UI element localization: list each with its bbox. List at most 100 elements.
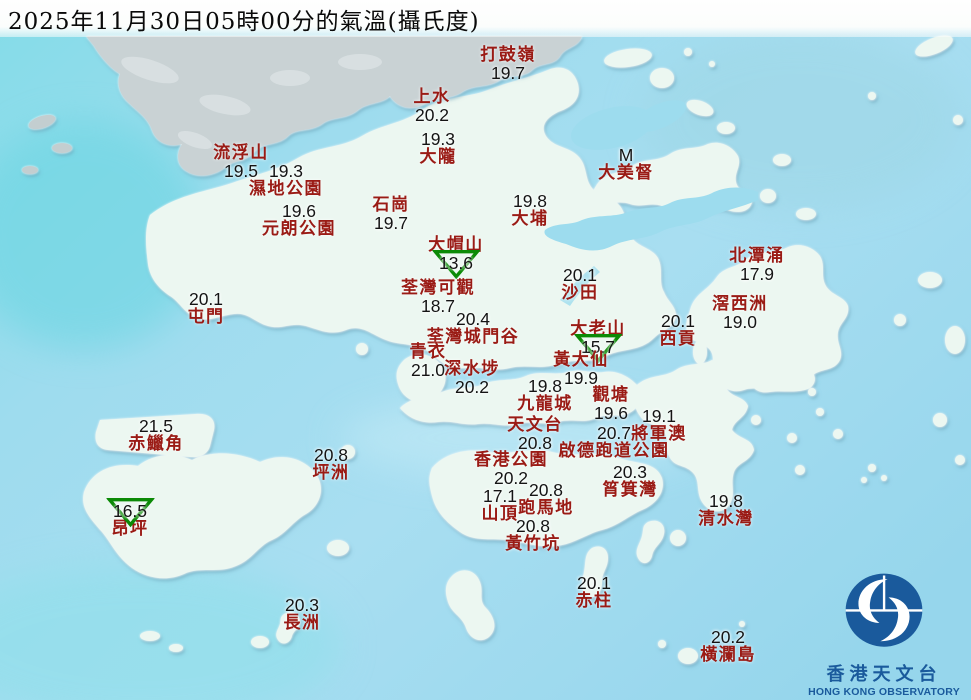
station-name-label: 青衣 [410, 343, 447, 361]
station-temp-value: 20.1 [562, 266, 599, 284]
station-temp-value: 20.1 [188, 290, 225, 308]
weather-station: 北潭涌17.9 [729, 247, 785, 283]
weather-station: 深水埗20.2 [444, 360, 500, 396]
temp-text: 16.5 [113, 501, 147, 521]
weather-station: 天文台20.8 [507, 416, 563, 452]
hko-chinese-name: 香港天文台 [802, 660, 966, 686]
station-name-label: 黃大仙 [553, 351, 609, 369]
temp-text: 20.8 [529, 480, 563, 500]
weather-station: 20.1屯門 [188, 290, 225, 326]
station-temp-value: 13.6 [428, 254, 484, 272]
temp-text: 19.8 [709, 491, 743, 511]
station-name-label: 元朗公園 [262, 220, 336, 238]
weather-station: 16.5昂坪 [112, 502, 149, 538]
station-temp-value: 16.5 [112, 502, 149, 520]
temp-text: 20.4 [456, 309, 490, 329]
station-name-label: 黃竹坑 [505, 535, 561, 553]
station-name-label: 滘西洲 [712, 295, 768, 313]
station-temp-value: 20.3 [284, 596, 321, 614]
weather-station: 上水20.2 [414, 88, 451, 124]
station-temp-value: 19.0 [712, 313, 768, 331]
station-name-label: 上水 [414, 88, 451, 106]
station-name-label: 坪洲 [313, 464, 350, 482]
station-name-label: 九龍城 [517, 395, 573, 413]
station-temp-value: 19.3 [249, 162, 323, 180]
temp-text: 20.1 [189, 289, 223, 309]
weather-station: 20.3長洲 [284, 596, 321, 632]
map-title: 2025年11月30日05時00分的氣溫(攝氏度) [8, 2, 480, 36]
weather-station: 大帽山13.6 [428, 236, 484, 272]
temp-text: 20.1 [661, 311, 695, 331]
station-name-label: 西貢 [660, 330, 697, 348]
station-temp-value: 20.2 [444, 378, 500, 396]
station-name-label: 流浮山 [213, 144, 269, 162]
temperature-map-screen: 2025年11月30日05時00分的氣溫(攝氏度) 打鼓嶺19.7上水20.21… [0, 0, 971, 700]
weather-station: 20.1沙田 [562, 266, 599, 302]
station-temp-value: 20.7 [559, 424, 670, 442]
weather-station: 觀塘19.6 [593, 386, 630, 422]
station-name-label: 橫瀾島 [700, 646, 756, 664]
station-temp-value: 19.8 [517, 377, 573, 395]
temp-text: 13.6 [439, 253, 473, 273]
station-temp-value: 19.7 [373, 214, 410, 232]
weather-station: 滘西洲19.0 [712, 295, 768, 331]
hko-logo: 香港天文台 HONG KONG OBSERVATORY [802, 570, 966, 698]
station-name-label: 香港公園 [474, 451, 548, 469]
temp-text: 19.0 [723, 312, 757, 332]
station-temp-value: 20.8 [313, 446, 350, 464]
temp-text: 19.3 [269, 161, 303, 181]
weather-station: 20.4荃灣城門谷 [427, 310, 520, 346]
station-name-label: 濕地公園 [249, 180, 323, 198]
temp-text: 19.8 [513, 191, 547, 211]
station-name-label: 打鼓嶺 [480, 46, 536, 64]
station-name-label: 大美督 [598, 164, 654, 182]
temp-text: 19.6 [594, 403, 628, 423]
temp-text: 20.3 [613, 462, 647, 482]
temp-text: 20.8 [314, 445, 348, 465]
hko-english-name: HONG KONG OBSERVATORY [802, 686, 966, 698]
weather-station: 19.8大埔 [512, 192, 549, 228]
temp-text: 20.2 [711, 627, 745, 647]
station-temp-value: 20.2 [700, 628, 756, 646]
station-name-label: 啟德跑道公園 [559, 442, 670, 460]
station-temp-value: 20.1 [660, 312, 697, 330]
temp-text: 19.8 [528, 376, 562, 396]
temp-text: 20.2 [415, 105, 449, 125]
weather-station: 19.3濕地公園 [249, 162, 323, 198]
weather-station: 20.8跑馬地 [518, 481, 574, 517]
station-temp-value: 19.6 [262, 202, 336, 220]
temp-text: 20.1 [577, 573, 611, 593]
station-temp-value: M [598, 146, 654, 164]
weather-station: M大美督 [598, 146, 654, 182]
weather-station: 19.8清水灣 [698, 492, 754, 528]
hko-emblem-icon [838, 570, 930, 654]
title-bar: 2025年11月30日05時00分的氣溫(攝氏度) [0, 0, 971, 37]
temp-text: 19.1 [642, 406, 676, 426]
station-name-label: 屯門 [188, 308, 225, 326]
station-temp-value: 20.2 [414, 106, 451, 124]
temp-text: 20.3 [285, 595, 319, 615]
station-temp-value: 19.8 [512, 192, 549, 210]
station-name-label: 天文台 [507, 416, 563, 434]
station-name-label: 筲箕灣 [602, 481, 658, 499]
station-temp-value: 20.1 [576, 574, 613, 592]
station-temp-value: 17.1 [482, 487, 519, 505]
temp-text: 19.7 [491, 63, 525, 83]
weather-station: 20.7啟德跑道公園 [559, 424, 670, 460]
station-temp-value: 19.1 [631, 407, 687, 425]
temp-text: M [619, 145, 634, 165]
weather-station: 19.8九龍城 [517, 377, 573, 413]
temp-text: 21.0 [411, 360, 445, 380]
station-name-label: 赤鱲角 [128, 435, 184, 453]
station-temp-value: 19.8 [698, 492, 754, 510]
weather-station: 20.8黃竹坑 [505, 517, 561, 553]
weather-station: 19.3大隴 [420, 130, 457, 166]
station-name-label: 大隴 [420, 148, 457, 166]
station-temp-value: 20.8 [518, 481, 574, 499]
temp-text: 17.9 [740, 264, 774, 284]
station-temp-value: 21.0 [410, 361, 447, 379]
station-temp-value: 19.6 [593, 404, 630, 422]
station-name-label: 跑馬地 [518, 499, 574, 517]
station-temp-value: 19.7 [480, 64, 536, 82]
temp-text: 20.2 [455, 377, 489, 397]
